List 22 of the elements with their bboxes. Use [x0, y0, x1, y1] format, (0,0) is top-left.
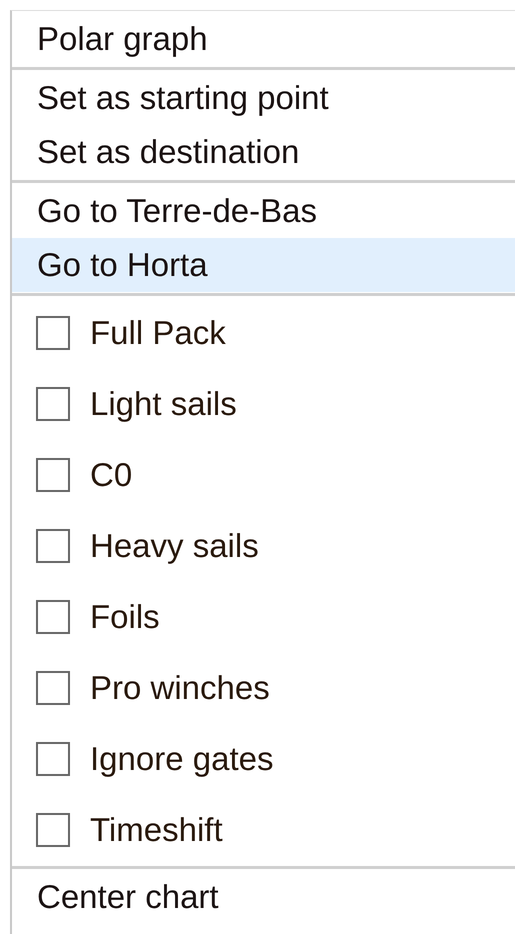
checkbox-label[interactable]: C0 — [90, 456, 132, 494]
checkbox[interactable] — [36, 670, 70, 704]
checkbox-label[interactable]: Ignore gates — [90, 740, 274, 778]
checkbox[interactable] — [36, 742, 70, 776]
menu-item[interactable]: Set as starting point — [12, 71, 515, 125]
menu-item[interactable]: Go to Horta — [12, 238, 515, 292]
checkbox-label[interactable]: Foils — [90, 598, 160, 636]
menu-item[interactable]: Set as destination — [12, 125, 515, 179]
checkbox-label[interactable]: Timeshift — [90, 810, 223, 848]
menu-item[interactable]: Polar graph — [12, 12, 515, 66]
checkbox-label[interactable]: Heavy sails — [90, 526, 259, 564]
menu-item[interactable]: Go to Terre-de-Bas — [12, 184, 515, 238]
checkbox-label[interactable]: Full Pack — [90, 314, 226, 352]
checkbox-label[interactable]: Light sails — [90, 384, 237, 422]
checkbox[interactable] — [36, 386, 70, 420]
checkbox[interactable] — [36, 600, 70, 634]
checkbox-label[interactable]: Pro winches — [90, 668, 270, 706]
checkbox[interactable] — [36, 528, 70, 562]
checkbox[interactable] — [36, 458, 70, 492]
menu-item[interactable]: Center chart — [12, 870, 515, 924]
checkbox[interactable] — [36, 316, 70, 350]
checkbox[interactable] — [36, 812, 70, 846]
